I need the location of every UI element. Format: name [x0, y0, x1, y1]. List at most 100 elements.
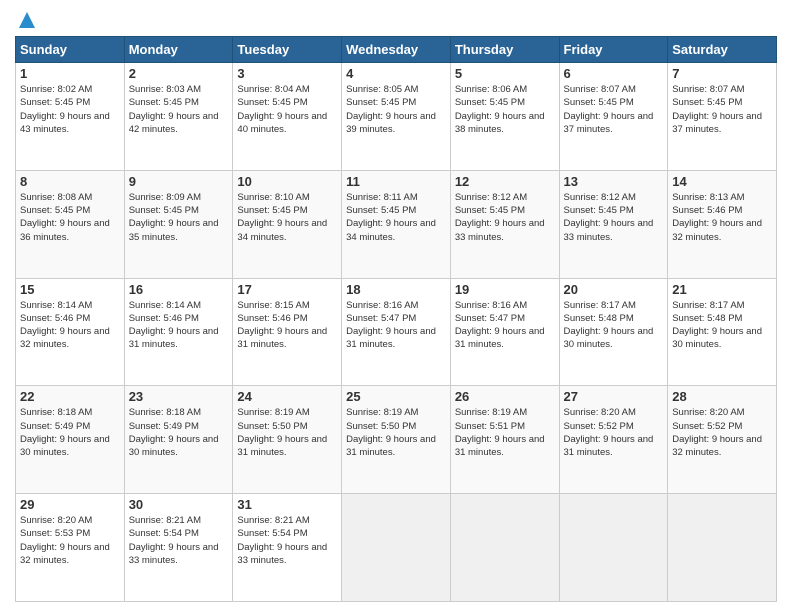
day-content: Sunrise: 8:08 AM Sunset: 5:45 PM Daylight:… — [20, 191, 120, 244]
day-content: Sunrise: 8:19 AMSunset: 5:50 PMDaylight:… — [346, 406, 446, 459]
sunrise-label: Sunrise: 8:02 AM — [20, 84, 92, 95]
sunrise-label: Sunrise: 8:16 AM — [346, 300, 418, 311]
daylight-label: Daylight: 9 hours and 36 minutes. — [20, 218, 110, 242]
day-number: 26 — [455, 389, 555, 404]
day-content: Sunrise: 8:19 AMSunset: 5:50 PMDaylight:… — [237, 406, 337, 459]
daylight-label: Daylight: 9 hours and 32 minutes. — [20, 542, 110, 566]
sunset-label: Sunset: 5:45 PM — [237, 205, 307, 216]
daylight-label: Daylight: 9 hours and 30 minutes. — [20, 434, 110, 458]
day-header-thursday: Thursday — [450, 37, 559, 63]
day-number: 8 — [20, 174, 120, 189]
calendar-cell: 7Sunrise: 8:07 AMSunset: 5:45 PMDaylight… — [668, 63, 777, 171]
sunrise-label: Sunrise: 8:12 AM — [455, 192, 527, 203]
daylight-label: Daylight: 9 hours and 31 minutes. — [237, 326, 327, 350]
day-number: 19 — [455, 282, 555, 297]
day-number: 25 — [346, 389, 446, 404]
sunrise-label: Sunrise: 8:20 AM — [20, 515, 92, 526]
sunset-label: Sunset: 5:45 PM — [346, 97, 416, 108]
sunset-label: Sunset: 5:48 PM — [672, 313, 742, 324]
day-header-tuesday: Tuesday — [233, 37, 342, 63]
sunset-label: Sunset: 5:49 PM — [20, 421, 90, 432]
day-number: 17 — [237, 282, 337, 297]
day-header-wednesday: Wednesday — [342, 37, 451, 63]
sunrise-label: Sunrise: 8:21 AM — [237, 515, 309, 526]
sunrise-label: Sunrise: 8:05 AM — [346, 84, 418, 95]
calendar-cell: 29Sunrise: 8:20 AMSunset: 5:53 PMDayligh… — [16, 494, 125, 602]
daylight-label: Daylight: 9 hours and 31 minutes. — [455, 434, 545, 458]
daylight-label: Daylight: 9 hours and 40 minutes. — [237, 111, 327, 135]
day-content: Sunrise: 8:18 AMSunset: 5:49 PMDaylight:… — [129, 406, 229, 459]
calendar-cell: 13Sunrise: 8:12 AMSunset: 5:45 PMDayligh… — [559, 170, 668, 278]
sunset-label: Sunset: 5:45 PM — [237, 97, 307, 108]
day-number: 29 — [20, 497, 120, 512]
sunset-label: Sunset: 5:50 PM — [346, 421, 416, 432]
day-number: 16 — [129, 282, 229, 297]
sunrise-label: Sunrise: 8:04 AM — [237, 84, 309, 95]
sunset-label: Sunset: 5:52 PM — [564, 421, 634, 432]
day-content: Sunrise: 8:07 AMSunset: 5:45 PMDaylight:… — [564, 83, 664, 136]
day-number: 22 — [20, 389, 120, 404]
day-number: 23 — [129, 389, 229, 404]
daylight-label: Daylight: 9 hours and 31 minutes. — [129, 326, 219, 350]
daylight-label: Daylight: 9 hours and 31 minutes. — [564, 434, 654, 458]
calendar-cell — [559, 494, 668, 602]
calendar-cell: 5Sunrise: 8:06 AMSunset: 5:45 PMDaylight… — [450, 63, 559, 171]
day-number: 10 — [237, 174, 337, 189]
sunset-label: Sunset: 5:54 PM — [237, 528, 307, 539]
day-number: 12 — [455, 174, 555, 189]
calendar-cell: 10Sunrise: 8:10 AMSunset: 5:45 PMDayligh… — [233, 170, 342, 278]
daylight-label: Daylight: 9 hours and 33 minutes. — [564, 218, 654, 242]
day-header-sunday: Sunday — [16, 37, 125, 63]
day-number: 27 — [564, 389, 664, 404]
day-content: Sunrise: 8:19 AMSunset: 5:51 PMDaylight:… — [455, 406, 555, 459]
daylight-label: Daylight: 9 hours and 30 minutes. — [129, 434, 219, 458]
calendar-cell: 11Sunrise: 8:11 AMSunset: 5:45 PMDayligh… — [342, 170, 451, 278]
day-content: Sunrise: 8:13 AMSunset: 5:46 PMDaylight:… — [672, 191, 772, 244]
logo-arrow-icon — [17, 10, 37, 30]
daylight-label: Daylight: 9 hours and 43 minutes. — [20, 111, 110, 135]
sunset-label: Sunset: 5:45 PM — [20, 205, 90, 216]
day-number: 6 — [564, 66, 664, 81]
daylight-label: Daylight: 9 hours and 31 minutes. — [237, 434, 327, 458]
day-number: 5 — [455, 66, 555, 81]
calendar-cell: 28Sunrise: 8:20 AMSunset: 5:52 PMDayligh… — [668, 386, 777, 494]
sunset-label: Sunset: 5:50 PM — [237, 421, 307, 432]
calendar-cell: 8 Sunrise: 8:08 AM Sunset: 5:45 PM Daylight… — [16, 170, 125, 278]
sunset-label: Sunset: 5:45 PM — [129, 97, 199, 108]
daylight-label: Daylight: 9 hours and 39 minutes. — [346, 111, 436, 135]
day-number: 18 — [346, 282, 446, 297]
sunrise-label: Sunrise: 8:19 AM — [455, 407, 527, 418]
sunrise-label: Sunrise: 8:09 AM — [129, 192, 201, 203]
sunset-label: Sunset: 5:49 PM — [129, 421, 199, 432]
day-content: Sunrise: 8:21 AMSunset: 5:54 PMDaylight:… — [129, 514, 229, 567]
daylight-label: Daylight: 9 hours and 38 minutes. — [455, 111, 545, 135]
day-number: 2 — [129, 66, 229, 81]
sunrise-label: Sunrise: 8:11 AM — [346, 192, 418, 203]
daylight-label: Daylight: 9 hours and 32 minutes. — [672, 218, 762, 242]
day-content: Sunrise: 8:16 AMSunset: 5:47 PMDaylight:… — [455, 299, 555, 352]
calendar-cell: 31Sunrise: 8:21 AMSunset: 5:54 PMDayligh… — [233, 494, 342, 602]
day-header-friday: Friday — [559, 37, 668, 63]
day-content: Sunrise: 8:12 AMSunset: 5:45 PMDaylight:… — [455, 191, 555, 244]
calendar-cell: 9Sunrise: 8:09 AMSunset: 5:45 PMDaylight… — [124, 170, 233, 278]
sunrise-label: Sunrise: 8:08 AM — [20, 192, 92, 203]
daylight-label: Daylight: 9 hours and 31 minutes. — [346, 434, 436, 458]
day-header-monday: Monday — [124, 37, 233, 63]
day-content: Sunrise: 8:11 AMSunset: 5:45 PMDaylight:… — [346, 191, 446, 244]
daylight-label: Daylight: 9 hours and 32 minutes. — [672, 434, 762, 458]
daylight-label: Daylight: 9 hours and 34 minutes. — [346, 218, 436, 242]
calendar-week-1: 1Sunrise: 8:02 AMSunset: 5:45 PMDaylight… — [16, 63, 777, 171]
daylight-label: Daylight: 9 hours and 33 minutes. — [237, 542, 327, 566]
calendar-cell: 26 Sunrise: 8:19 AMSunset: 5:51 PMDayligh… — [450, 386, 559, 494]
day-number: 21 — [672, 282, 772, 297]
day-header-saturday: Saturday — [668, 37, 777, 63]
calendar-cell: 4Sunrise: 8:05 AMSunset: 5:45 PMDaylight… — [342, 63, 451, 171]
calendar-cell — [450, 494, 559, 602]
sunrise-label: Sunrise: 8:18 AM — [20, 407, 92, 418]
day-content: Sunrise: 8:05 AM Sunset: 5:45 PM Daylight:… — [346, 83, 446, 136]
day-content: Sunrise: 8:15 AM Sunset: 5:46 PM Daylight:… — [237, 299, 337, 352]
day-content: Sunrise: 8:18 AM Sunset: 5:49 PM Daylight:… — [20, 406, 120, 459]
calendar-cell: 12 Sunrise: 8:12 AMSunset: 5:45 PMDayligh… — [450, 170, 559, 278]
sunrise-label: Sunrise: 8:15 AM — [237, 300, 309, 311]
sunset-label: Sunset: 5:46 PM — [237, 313, 307, 324]
